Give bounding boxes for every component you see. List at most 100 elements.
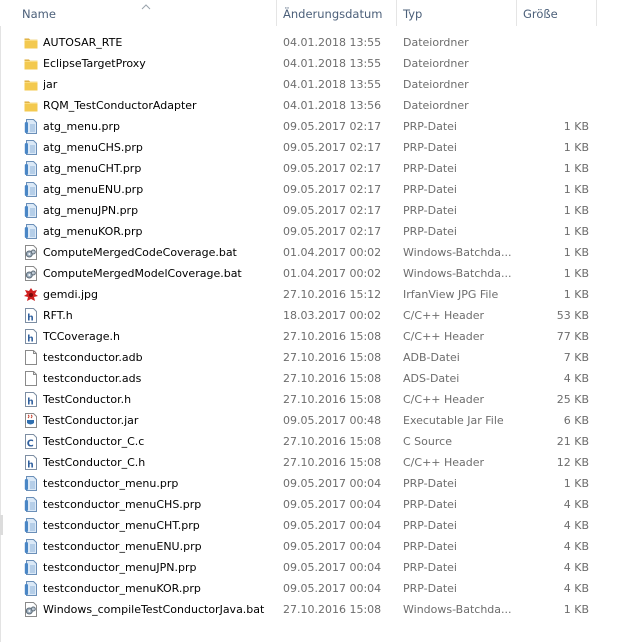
file-row[interactable]: C TestConductor_C.c 27.10.2016 15:08 C Sour… [0,431,623,452]
file-date: 09.05.2017 00:04 [283,477,382,490]
file-row[interactable]: TestConductor.jar 09.05.2017 00:48 Executa… [0,410,623,431]
file-row[interactable]: jar 04.01.2018 13:55 Dateiordner [0,74,623,95]
column-header-date[interactable]: Änderungsdatum [277,0,396,26]
file-row[interactable]: atg_menuCHS.prp 09.05.2017 02:17 PRP-Datei… [0,137,623,158]
file-type: Executable Jar File [403,414,504,427]
file-name: atg_menuENU.prp [43,183,144,196]
file-size: 7 KB [563,351,589,364]
file-row[interactable]: h TestConductor_C.h 27.10.2016 15:08 C/C++ … [0,452,623,473]
file-size: 53 KB [556,309,589,322]
file-date: 27.10.2016 15:08 [283,435,382,448]
file-row[interactable]: gemdi.jpg 27.10.2016 15:12 IrfanView JPG F… [0,284,623,305]
file-row[interactable]: atg_menuJPN.prp 09.05.2017 02:17 PRP-Datei… [0,200,623,221]
file-name: atg_menuCHS.prp [43,141,143,154]
file-type: PRP-Datei [403,519,457,532]
file-date: 09.05.2017 02:17 [283,204,382,217]
file-type: C/C++ Header [403,456,485,469]
file-date: 09.05.2017 00:04 [283,540,382,553]
file-size: 1 KB [563,477,589,490]
header-file-icon: h [24,329,38,344]
file-date: 09.05.2017 02:17 [283,120,382,133]
file-size: 25 KB [556,393,589,406]
file-name: testconductor_menu.prp [43,477,179,490]
svg-text:C: C [27,439,34,450]
file-row[interactable]: RQM_TestConductorAdapter 04.01.2018 13:56… [0,95,623,116]
file-row[interactable]: atg_menuKOR.prp 09.05.2017 02:17 PRP-Datei… [0,221,623,242]
file-name: testconductor.adb [43,351,143,364]
file-type: PRP-Datei [403,141,457,154]
column-header-bar: Name Änderungsdatum Typ Größe [0,0,623,26]
file-size: 1 KB [563,141,589,154]
file-row[interactable]: testconductor_menuCHT.prp 09.05.2017 00:0… [0,515,623,536]
folder-icon [24,35,38,50]
file-date: 04.01.2018 13:55 [283,57,382,70]
file-row[interactable]: atg_menuENU.prp 09.05.2017 02:17 PRP-Datei… [0,179,623,200]
file-name: Windows_compileTestConductorJava.bat [43,603,265,616]
file-type: ADS-Datei [403,372,460,385]
file-name: testconductor_menuCHT.prp [43,519,200,532]
file-type: Dateiordner [403,36,469,49]
file-name: testconductor_menuKOR.prp [43,582,201,595]
prp-file-icon [24,581,38,596]
file-type: Dateiordner [403,78,469,91]
file-row[interactable]: atg_menu.prp 09.05.2017 02:17 PRP-Datei 1 K… [0,116,623,137]
file-size: 1 KB [563,204,589,217]
svg-text:h: h [27,461,33,471]
file-type: PRP-Datei [403,162,457,175]
file-name: RQM_TestConductorAdapter [43,99,197,112]
file-type: PRP-Datei [403,477,457,490]
file-row[interactable]: testconductor.ads 27.10.2016 15:08 ADS-Dat… [0,368,623,389]
file-type: C Source [403,435,452,448]
file-type: IrfanView JPG File [403,288,499,301]
column-divider[interactable] [596,0,597,26]
folder-icon [24,98,38,113]
file-row[interactable]: ComputeMergedModelCoverage.bat 01.04.2017… [0,263,623,284]
file-row[interactable]: EclipseTargetProxy 04.01.2018 13:55 Dateio… [0,53,623,74]
prp-file-icon [24,560,38,575]
irfanview-image-icon [24,287,38,302]
file-date: 09.05.2017 00:04 [283,582,382,595]
file-date: 01.04.2017 00:02 [283,267,382,280]
file-row[interactable]: h TestConductor.h 27.10.2016 15:08 C/C++ He… [0,389,623,410]
file-name: TestConductor_C.h [43,456,146,469]
file-date: 09.05.2017 00:04 [283,498,382,511]
file-type: PRP-Datei [403,183,457,196]
file-type: PRP-Datei [403,225,457,238]
column-header-type[interactable]: Typ [397,0,516,26]
file-row[interactable]: testconductor_menu.prp 09.05.2017 00:04 PR… [0,473,623,494]
file-size: 4 KB [563,498,589,511]
file-row[interactable]: testconductor.adb 27.10.2016 15:08 ADB-Dat… [0,347,623,368]
column-header-size[interactable]: Größe [517,0,596,26]
file-row[interactable]: atg_menuCHT.prp 09.05.2017 02:17 PRP-Datei… [0,158,623,179]
file-name: RFT.h [43,309,73,322]
file-type: PRP-Datei [403,120,457,133]
file-row[interactable]: testconductor_menuKOR.prp 09.05.2017 00:0… [0,578,623,599]
file-row[interactable]: Windows_compileTestConductorJava.bat 27.1… [0,599,623,620]
file-size: 1 KB [563,246,589,259]
file-row[interactable]: ComputeMergedCodeCoverage.bat 01.04.2017 … [0,242,623,263]
file-row[interactable]: testconductor_menuENU.prp 09.05.2017 00:0… [0,536,623,557]
file-row[interactable]: AUTOSAR_RTE 04.01.2018 13:55 Dateiordner [0,32,623,53]
file-size: 4 KB [563,582,589,595]
file-size: 77 KB [556,330,589,343]
file-row[interactable]: testconductor_menuCHS.prp 09.05.2017 00:0… [0,494,623,515]
file-type: Dateiordner [403,99,469,112]
file-size: 6 KB [563,414,589,427]
file-date: 27.10.2016 15:08 [283,372,382,385]
file-row[interactable]: testconductor_menuJPN.prp 09.05.2017 00:0… [0,557,623,578]
file-name: AUTOSAR_RTE [43,36,123,49]
file-type: PRP-Datei [403,540,457,553]
file-size: 1 KB [563,183,589,196]
file-type: C/C++ Header [403,393,485,406]
file-size: 4 KB [563,372,589,385]
file-name: TestConductor.jar [43,414,139,427]
file-type: C/C++ Header [403,330,485,343]
file-row[interactable]: h TCCoverage.h 27.10.2016 15:08 C/C++ Heade… [0,326,623,347]
file-date: 09.05.2017 00:04 [283,561,382,574]
file-date: 09.05.2017 00:04 [283,519,382,532]
file-date: 27.10.2016 15:08 [283,393,382,406]
file-row[interactable]: h RFT.h 18.03.2017 00:02 C/C++ Header 53 KB [0,305,623,326]
file-size: 1 KB [563,288,589,301]
file-date: 18.03.2017 00:02 [283,309,382,322]
file-date: 27.10.2016 15:12 [283,288,382,301]
